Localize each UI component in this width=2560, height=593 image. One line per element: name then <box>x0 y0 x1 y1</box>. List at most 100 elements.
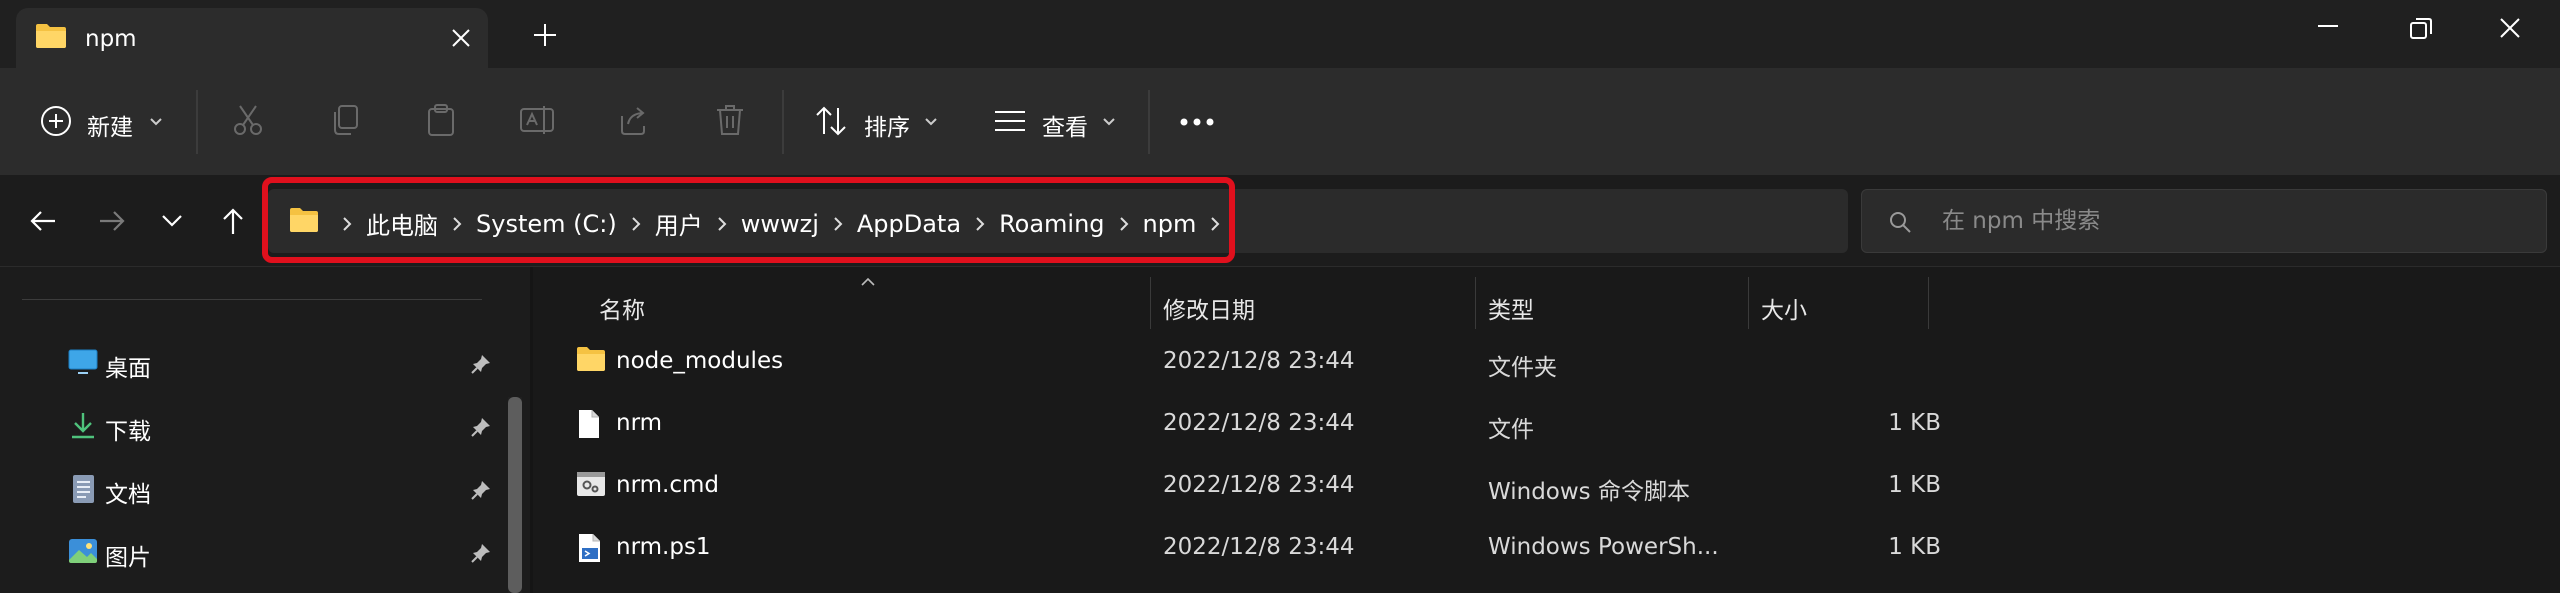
file-size: 1 KB <box>1888 534 1941 560</box>
tab-npm[interactable]: npm <box>16 8 488 68</box>
file-size: 1 KB <box>1888 410 1941 436</box>
folder-icon <box>288 207 320 233</box>
delete-icon[interactable] <box>712 102 748 138</box>
chevron-right-icon[interactable] <box>631 216 641 232</box>
view-icon <box>992 108 1028 134</box>
pin-icon[interactable] <box>470 542 492 564</box>
cut-icon[interactable] <box>230 102 266 138</box>
file-type: 文件夹 <box>1488 355 1557 381</box>
file-size: 1 KB <box>1888 472 1941 498</box>
new-button[interactable]: 新建 <box>39 102 169 142</box>
chevron-down-icon <box>149 117 163 127</box>
window-close-icon[interactable] <box>2497 15 2523 41</box>
file-name: node_modules <box>616 348 784 374</box>
sidebar-item-pictures[interactable]: 图片 <box>0 524 510 580</box>
forward-arrow-icon[interactable] <box>96 205 128 237</box>
restore-icon[interactable] <box>2408 16 2434 42</box>
folder-icon <box>576 346 606 372</box>
sidebar-item-documents[interactable]: 文档 <box>0 461 510 517</box>
folder-icon <box>34 22 68 50</box>
file-list: 名称 修改日期 类型 大小 node_modules 2022/12/8 23:… <box>533 267 2560 593</box>
sort-ascending-icon <box>860 277 876 287</box>
file-icon <box>576 408 602 440</box>
powershell-script-icon <box>576 532 604 564</box>
command-separator <box>782 90 784 154</box>
chevron-right-icon <box>342 216 352 232</box>
documents-icon <box>67 473 99 505</box>
breadcrumb-item[interactable]: System (C:) <box>476 210 617 238</box>
command-bar: 新建 排序 查看 <box>0 68 2560 175</box>
recent-locations-chevron-icon[interactable] <box>160 213 184 229</box>
breadcrumb: 此电脑 System (C:) 用户 wwwzj AppData Roaming… <box>328 206 1234 241</box>
sidebar-item-downloads[interactable]: 下载 <box>0 398 510 454</box>
new-icon <box>39 104 73 138</box>
file-name: nrm.ps1 <box>616 534 711 560</box>
desktop-icon <box>67 347 99 375</box>
file-name: nrm <box>616 410 663 436</box>
copy-icon[interactable] <box>328 102 364 138</box>
table-row[interactable]: nrm 2022/12/8 23:44 文件 1 KB <box>533 394 2560 456</box>
sidebar-item-label: 图片 <box>105 545 151 571</box>
paste-icon[interactable] <box>423 102 459 138</box>
search-input[interactable] <box>1942 202 2522 240</box>
column-header-label: 类型 <box>1488 298 1534 324</box>
file-name: nrm.cmd <box>616 472 719 498</box>
more-icon[interactable] <box>1180 118 1214 126</box>
chevron-right-icon[interactable] <box>717 216 727 232</box>
back-arrow-icon[interactable] <box>27 205 59 237</box>
download-icon <box>67 410 99 440</box>
chevron-right-icon[interactable] <box>833 216 843 232</box>
title-bar: npm <box>0 0 2560 68</box>
up-arrow-icon[interactable] <box>218 205 248 237</box>
file-type: Windows PowerSh... <box>1488 534 1719 560</box>
sort-icon <box>814 104 850 138</box>
pin-icon[interactable] <box>470 416 492 438</box>
close-icon[interactable] <box>448 25 474 51</box>
view-button[interactable]: 查看 <box>992 102 1122 142</box>
share-icon[interactable] <box>614 102 650 138</box>
breadcrumb-item[interactable]: wwwzj <box>741 210 819 238</box>
pin-icon[interactable] <box>470 479 492 501</box>
sidebar-divider <box>22 299 482 300</box>
table-row[interactable]: node_modules 2022/12/8 23:44 文件夹 <box>533 332 2560 394</box>
search-box[interactable] <box>1861 189 2547 253</box>
tab-title: npm <box>85 26 137 52</box>
pictures-icon <box>67 536 99 566</box>
chevron-down-icon <box>924 117 938 127</box>
file-modified: 2022/12/8 23:44 <box>1163 472 1355 498</box>
column-header-label: 名称 <box>599 298 645 324</box>
chevron-right-icon[interactable] <box>1119 216 1129 232</box>
table-row[interactable]: nrm.ps1 2022/12/8 23:44 Windows PowerSh.… <box>533 518 2560 580</box>
command-separator <box>196 90 198 154</box>
sort-button[interactable]: 排序 <box>814 102 944 142</box>
breadcrumb-item[interactable]: Roaming <box>999 210 1104 238</box>
address-bar[interactable]: 此电脑 System (C:) 用户 wwwzj AppData Roaming… <box>268 189 2093 253</box>
sidebar-item-label: 文档 <box>105 482 151 508</box>
breadcrumb-item[interactable]: npm <box>1143 210 1197 238</box>
breadcrumb-item[interactable]: 此电脑 <box>366 206 438 241</box>
file-type: Windows 命令脚本 <box>1488 479 1690 505</box>
column-divider[interactable] <box>1928 277 1929 329</box>
cmd-script-icon <box>576 470 606 498</box>
chevron-down-icon <box>1102 117 1116 127</box>
file-modified: 2022/12/8 23:44 <box>1163 348 1355 374</box>
chevron-right-icon[interactable] <box>975 216 985 232</box>
chevron-right-icon[interactable] <box>1210 216 1220 232</box>
breadcrumb-item[interactable]: 用户 <box>655 206 703 241</box>
column-header-label: 大小 <box>1761 298 1807 324</box>
new-tab-plus-icon[interactable] <box>531 21 559 49</box>
table-row[interactable]: nrm.cmd 2022/12/8 23:44 Windows 命令脚本 1 K… <box>533 456 2560 518</box>
sidebar-item-label: 下载 <box>105 419 151 445</box>
chevron-right-icon[interactable] <box>452 216 462 232</box>
breadcrumb-item[interactable]: AppData <box>857 210 961 238</box>
view-button-label: 查看 <box>1042 115 1088 141</box>
sidebar-item-desktop[interactable]: 桌面 <box>0 335 510 391</box>
file-type: 文件 <box>1488 417 1534 443</box>
file-modified: 2022/12/8 23:44 <box>1163 534 1355 560</box>
command-separator <box>1148 90 1150 154</box>
sidebar-scrollbar-thumb[interactable] <box>508 397 522 593</box>
rename-icon[interactable] <box>518 102 556 138</box>
file-modified: 2022/12/8 23:44 <box>1163 410 1355 436</box>
pin-icon[interactable] <box>470 353 492 375</box>
minimize-icon[interactable] <box>2316 24 2340 28</box>
